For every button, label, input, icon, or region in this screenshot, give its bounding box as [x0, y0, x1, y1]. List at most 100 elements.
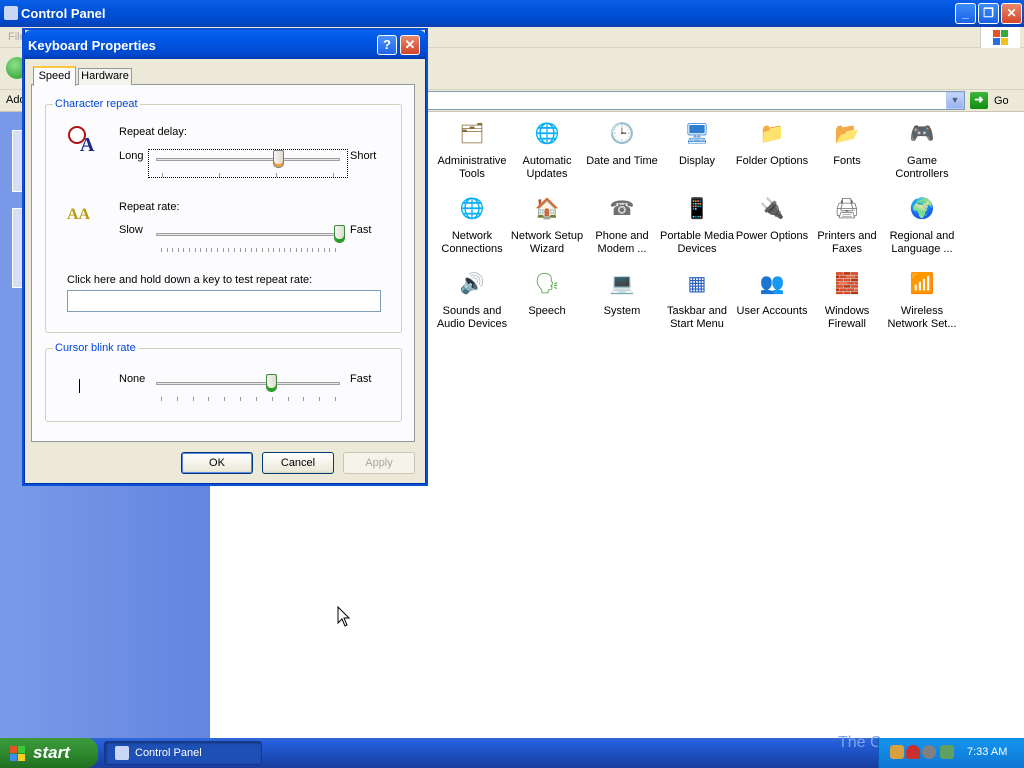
cp-icon-portable-media-devices[interactable]: 📱 Portable Media Devices [659, 192, 735, 256]
cp-item-label: Automatic Updates [522, 155, 572, 180]
repeat-delay-label: Repeat delay: [119, 126, 187, 138]
apply-button[interactable]: Apply [343, 452, 415, 474]
dialog-title: Keyboard Properties [28, 38, 156, 53]
cp-item-icon: 🗣 [534, 273, 560, 295]
cp-icon-system[interactable]: 💻 System [584, 267, 660, 318]
cp-item-label: Wireless Network Set... [887, 305, 957, 330]
repeat-rate-high-label: Fast [350, 224, 372, 236]
cp-item-label: Date and Time [586, 155, 658, 167]
cursor-blink-low-label: None [119, 373, 146, 385]
repeat-delay-low-label: Long [119, 150, 144, 162]
cp-item-icon: 📂 [834, 123, 860, 145]
repeat-delay-high-label: Short [350, 150, 377, 162]
cursor-blink-track[interactable] [156, 382, 340, 385]
cp-icon-windows-firewall[interactable]: 🧱 Windows Firewall [809, 267, 885, 331]
repeat-delay-track[interactable] [156, 158, 340, 161]
repeat-rate-label: Repeat rate: [119, 201, 180, 213]
cp-icon-user-accounts[interactable]: 👥 User Accounts [734, 267, 810, 318]
cp-item-icon: 🌍 [909, 198, 935, 220]
tray-volume-icon[interactable] [922, 745, 936, 759]
cp-item-icon: 🗂 [459, 123, 485, 145]
ok-button[interactable]: OK [181, 452, 253, 474]
cp-item-label: Game Controllers [895, 155, 949, 180]
cp-item-icon: 🖨 [834, 198, 860, 220]
dialog-title-bar[interactable]: Keyboard Properties [24, 30, 426, 59]
help-button[interactable]: ? [377, 35, 397, 55]
cursor-blink-title: Cursor blink rate [53, 342, 138, 354]
cp-item-label: Taskbar and Start Menu [667, 305, 727, 330]
cp-item-icon: 📶 [909, 273, 935, 295]
go-button-label[interactable]: Go [994, 95, 1009, 107]
cp-item-label: Fonts [833, 155, 861, 167]
cp-item-label: Windows Firewall [824, 305, 870, 330]
cursor-blink-high-label: Fast [350, 373, 372, 385]
security-shield-icon[interactable] [906, 745, 920, 759]
start-label[interactable]: start [33, 743, 70, 763]
cp-item-label: Speech [528, 305, 566, 317]
cp-item-icon: 🧱 [834, 273, 860, 295]
cp-icon-network-connections[interactable]: 🌐 Network Connections [434, 192, 510, 256]
repeat-delay-ticks [162, 173, 334, 177]
cp-item-icon: 🖥 [684, 123, 710, 145]
cp-item-icon: 🌐 [534, 123, 560, 145]
repeat-rate-low-label: Slow [119, 224, 143, 236]
cursor-preview-icon [79, 379, 80, 393]
cp-icon-phone-and-modem[interactable]: ☎ Phone and Modem ... [584, 192, 660, 256]
control-panel-icon [4, 6, 18, 20]
tray-device-icon[interactable] [940, 745, 954, 759]
cp-item-icon: 🎮 [909, 123, 935, 145]
repeat-rate-slider-thumb[interactable] [334, 225, 345, 243]
cancel-button[interactable]: Cancel [262, 452, 334, 474]
cp-item-label: Folder Options [735, 155, 809, 167]
window-title: Control Panel [21, 6, 106, 21]
cp-icon-administrative-tools[interactable]: 🗂 Administrative Tools [434, 117, 510, 181]
chevron-down-icon[interactable]: ▼ [946, 92, 964, 109]
cp-item-label: Power Options [735, 230, 809, 242]
address-input[interactable] [420, 91, 965, 110]
cp-icon-regional-and-language[interactable]: 🌍 Regional and Language ... [884, 192, 960, 256]
cp-item-label: User Accounts [736, 305, 808, 317]
cp-icon-folder-options[interactable]: 📁 Folder Options [734, 117, 810, 168]
tray-network-icon[interactable] [890, 745, 904, 759]
close-button[interactable]: ✕ [1001, 3, 1022, 24]
cp-icon-fonts[interactable]: 📂 Fonts [809, 117, 885, 168]
cp-item-icon: 🔊 [459, 273, 485, 295]
test-repeat-label: Click here and hold down a key to test r… [67, 274, 313, 286]
cp-icon-power-options[interactable]: 🔌 Power Options [734, 192, 810, 243]
repeat-rate-icon: AA [67, 206, 91, 223]
taskbar-item-control-panel[interactable]: Control Panel [104, 741, 262, 765]
repeat-rate-track[interactable] [156, 233, 340, 236]
windows-flag-icon [10, 746, 26, 762]
tab-speed[interactable]: Speed [33, 66, 76, 86]
windows-logo-icon [980, 27, 1020, 48]
address-label: Address [6, 94, 24, 106]
cp-icon-sounds-and-audio-devices[interactable]: 🔊 Sounds and Audio Devices [434, 267, 510, 331]
cp-icon-display[interactable]: 🖥 Display [659, 117, 735, 168]
cp-item-label: Regional and Language ... [889, 230, 955, 255]
taskbar-item-label: Control Panel [135, 747, 202, 759]
restore-button[interactable]: ❐ [978, 3, 999, 24]
cp-item-label: Network Connections [441, 230, 503, 255]
dialog-close-button[interactable]: ✕ [400, 35, 420, 55]
go-arrow-icon[interactable]: ➜ [970, 92, 988, 109]
cp-icon-automatic-updates[interactable]: 🌐 Automatic Updates [509, 117, 585, 181]
test-repeat-input[interactable] [67, 290, 381, 312]
cp-icon-printers-and-faxes[interactable]: 🖨 Printers and Faxes [809, 192, 885, 256]
cp-icon-wireless-network-set[interactable]: 📶 Wireless Network Set... [884, 267, 960, 331]
cp-icon-game-controllers[interactable]: 🎮 Game Controllers [884, 117, 960, 181]
cursor-blink-slider-thumb[interactable] [265, 374, 277, 392]
cp-item-icon: 📱 [684, 198, 710, 220]
minimize-button[interactable]: _ [955, 3, 976, 24]
cp-item-icon: 👥 [759, 273, 785, 295]
cp-item-label: System [603, 305, 641, 317]
repeat-delay-slider-thumb[interactable] [273, 150, 285, 168]
cp-icon-speech[interactable]: 🗣 Speech [509, 267, 585, 318]
cp-item-icon: 🕒 [609, 123, 635, 145]
cp-icon-taskbar-and-start-menu[interactable]: ▦ Taskbar and Start Menu [659, 267, 735, 331]
character-repeat-title: Character repeat [53, 98, 140, 110]
cp-item-icon: ▦ [687, 273, 707, 295]
tab-hardware[interactable]: Hardware [78, 68, 132, 85]
window-title-bar[interactable]: Control Panel _ ❐ ✕ [0, 0, 1024, 27]
cp-icon-date-and-time[interactable]: 🕒 Date and Time [584, 117, 660, 168]
cp-icon-network-setup-wizard[interactable]: 🏠 Network Setup Wizard [509, 192, 585, 256]
